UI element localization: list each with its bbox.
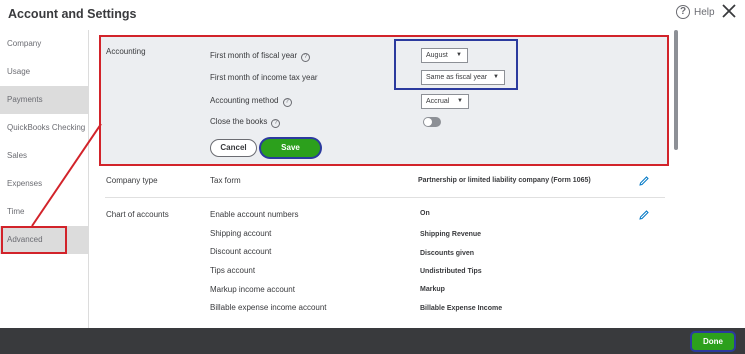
dialog-title: Account and Settings <box>8 7 137 21</box>
help-link[interactable]: Help <box>694 7 715 18</box>
sidebar-item-quickbooks-checking[interactable]: QuickBooks Checking <box>0 114 89 142</box>
done-button[interactable]: Done <box>692 333 734 350</box>
accounting-method-select[interactable]: Accrual ▼ <box>421 94 469 109</box>
accounting-panel <box>99 35 669 166</box>
info-icon[interactable]: ? <box>282 98 292 107</box>
close-books-toggle[interactable] <box>423 117 441 127</box>
tax-year-label: First month of income tax year <box>210 73 318 82</box>
coa-row-label: Tips account <box>210 266 256 275</box>
advanced-highlight-box <box>1 226 67 254</box>
sidebar-item-time[interactable]: Time <box>0 198 89 226</box>
company-type-section-label: Company type <box>106 176 158 185</box>
sidebar-item-company[interactable]: Company <box>0 30 89 58</box>
coa-row-value: Billable Expense Income <box>420 305 503 312</box>
tax-form-label: Tax form <box>210 176 241 185</box>
accounting-section-label: Accounting <box>106 47 146 56</box>
dialog-footer: Done <box>0 328 745 354</box>
coa-row-value: Undistributed Tips <box>420 268 482 275</box>
toggle-knob <box>424 118 432 126</box>
sidebar-item-expenses[interactable]: Expenses <box>0 170 89 198</box>
caret-down-icon: ▼ <box>457 98 463 104</box>
help-icon[interactable]: ? <box>676 5 690 19</box>
coa-row-value: Shipping Revenue <box>420 231 482 238</box>
coa-row-label: Shipping account <box>210 229 272 238</box>
coa-row-label: Markup income account <box>210 285 295 294</box>
dialog-header: Account and Settings ? Help <box>0 0 745 30</box>
chart-of-accounts-section-label: Chart of accounts <box>106 210 169 219</box>
fiscal-year-label: First month of fiscal year? <box>210 51 311 62</box>
info-icon[interactable]: ? <box>301 53 311 62</box>
info-icon[interactable]: ? <box>271 119 281 128</box>
sidebar-item-sales[interactable]: Sales <box>0 142 89 170</box>
sidebar-item-usage[interactable]: Usage <box>0 58 89 86</box>
settings-sidebar: Company Usage Payments QuickBooks Checki… <box>0 30 89 328</box>
coa-row-value: On <box>420 210 430 217</box>
cancel-button[interactable]: Cancel <box>210 139 257 157</box>
section-divider <box>105 197 665 198</box>
accounting-method-label: Accounting method? <box>210 96 292 107</box>
sidebar-item-payments[interactable]: Payments <box>0 86 89 114</box>
coa-row-label: Enable account numbers <box>210 210 299 219</box>
scrollbar-thumb[interactable] <box>674 30 678 150</box>
save-button[interactable]: Save <box>261 139 320 157</box>
fiscal-settings-highlight-box <box>394 39 518 90</box>
coa-row-value: Discounts given <box>420 250 475 257</box>
close-books-label: Close the books? <box>210 117 281 128</box>
pencil-icon[interactable] <box>639 176 649 186</box>
tax-form-value: Partnership or limited liability company… <box>418 177 591 184</box>
coa-row-value: Markup <box>420 286 445 293</box>
pencil-icon[interactable] <box>639 210 649 220</box>
coa-row-label: Billable expense income account <box>210 303 327 312</box>
close-icon[interactable] <box>721 3 737 19</box>
coa-row-label: Discount account <box>210 247 272 256</box>
